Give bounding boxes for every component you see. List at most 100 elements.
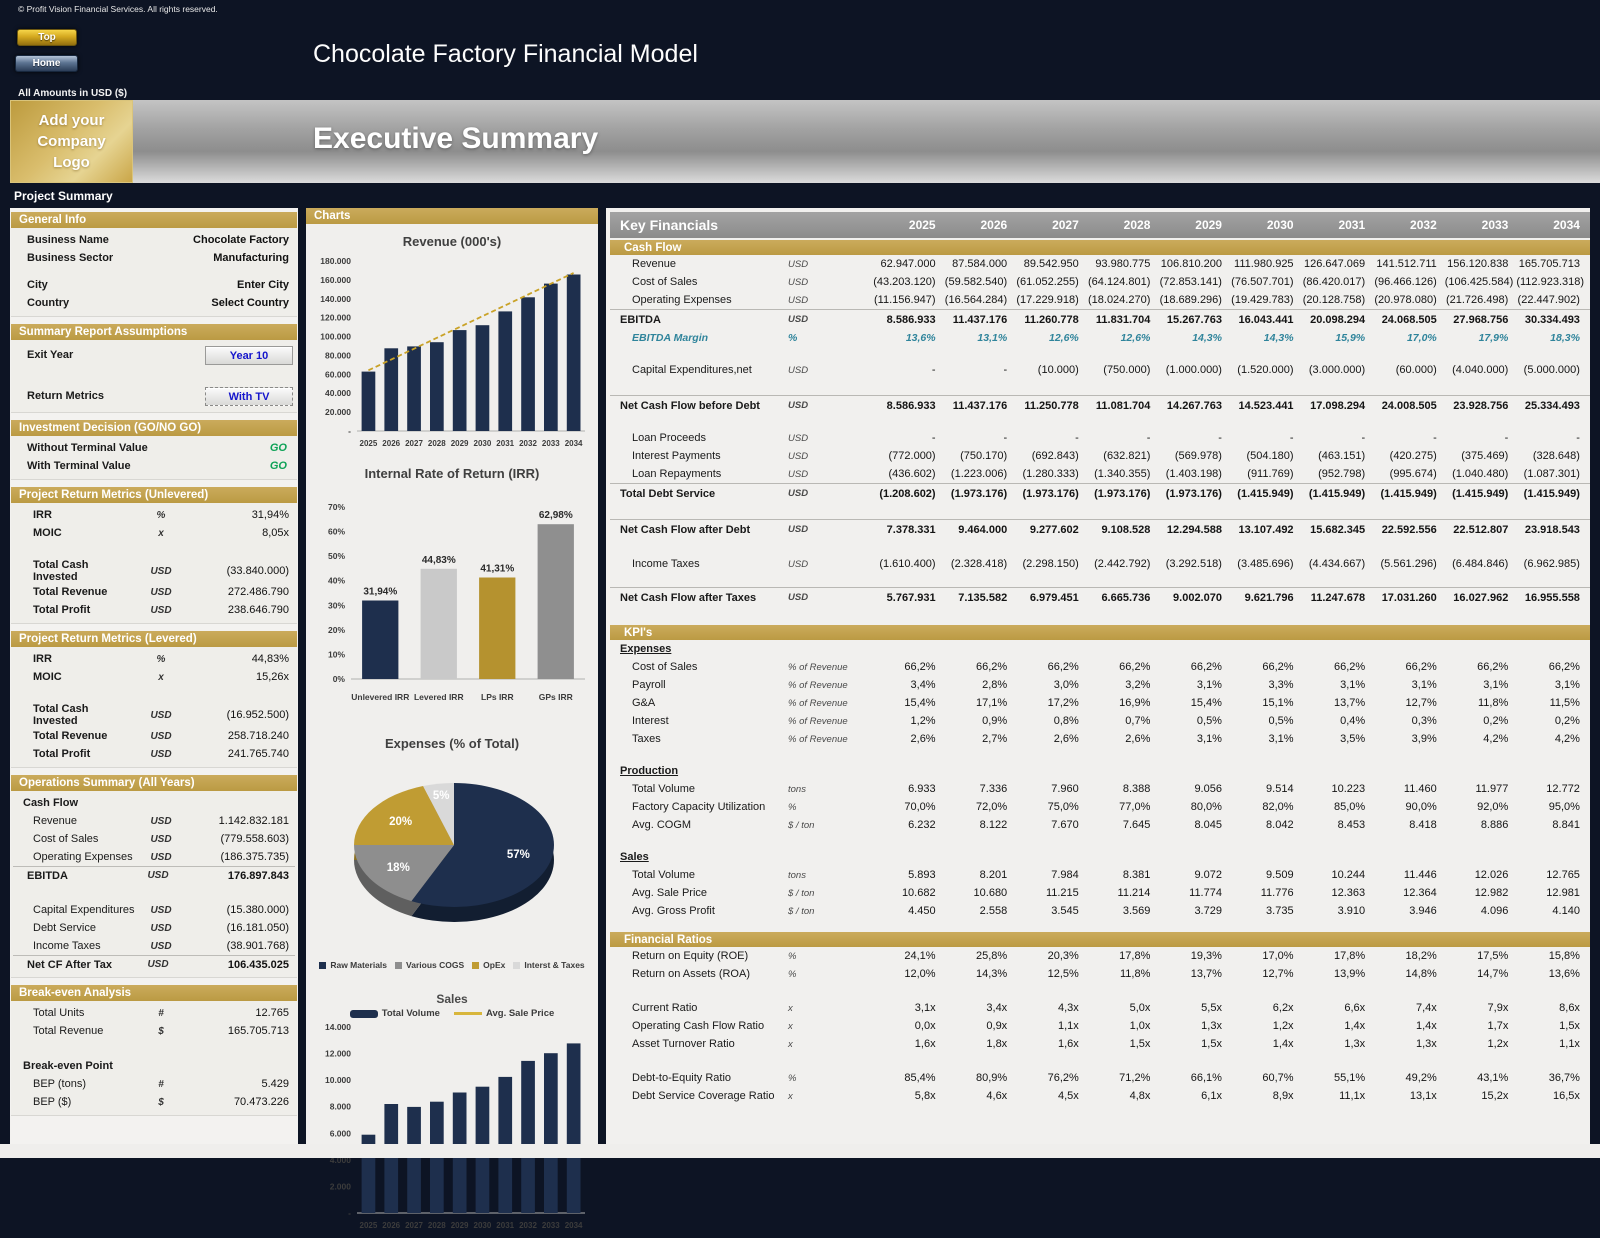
- table-row: EBITDA USD 8.586.933 11.437.176 11.260.778 11…: [610, 309, 1590, 329]
- svg-text:180.000: 180.000: [320, 256, 351, 266]
- table-row: Income Taxes USD (1.610.400) (2.328.418) (2.…: [632, 558, 1580, 570]
- svg-text:20%: 20%: [389, 816, 412, 828]
- table-row: Net Cash Flow before Debt USD 8.586.933 11.…: [610, 395, 1590, 415]
- table-row: Taxes% of Revenue 2,6% 2,7% 2,6% 2,6% 3,1% 3,1…: [632, 733, 1580, 745]
- sub-header: Cash Flow: [23, 797, 79, 809]
- year-column-header: 2033: [1481, 218, 1509, 232]
- svg-text:160.000: 160.000: [320, 275, 351, 285]
- table-row: Factory Capacity Utilization% 70,0% 72,0% 7…: [632, 801, 1580, 813]
- table-row: Operating Expenses USD (11.156.947) (16.564…: [632, 294, 1580, 306]
- metric-row: Total Cash Invested USD (33.840.000): [33, 559, 289, 583]
- svg-text:5%: 5%: [433, 790, 450, 802]
- year-column-header: 2031: [1338, 218, 1366, 232]
- table-row: Asset Turnover Ratio x 1,6x 1,8x 1,6x 1,5x 1,5…: [632, 1038, 1580, 1050]
- sales-chart: -2.000 4.000 6.000 8.000 10.000 12.000 14.000 2…: [306, 1021, 598, 1238]
- key-financials-panel: Key Financials 2025 2026 2027 2028 2029 2030 2…: [606, 208, 1590, 1144]
- company-logo-placeholder[interactable]: Add your Company Logo: [10, 100, 133, 183]
- svg-text:Unlevered IRR: Unlevered IRR: [351, 692, 409, 702]
- svg-text:LPs IRR: LPs IRR: [481, 692, 514, 702]
- table-row: Loan Repayments USD (436.602) (1.223.006) (1…: [632, 468, 1580, 480]
- svg-text:2033: 2033: [542, 1221, 560, 1230]
- svg-text:60.000: 60.000: [325, 369, 351, 379]
- metric-row: Net CF After Tax USD 106.435.025: [13, 955, 295, 973]
- metric-row: Total Revenue $165.705.713: [33, 1025, 289, 1037]
- table-row: Total Debt Service USD (1.208.602) (1.973.1…: [610, 483, 1590, 503]
- table-row: Avg. Sale Price $ / ton 10.682 10.680 11.215…: [632, 887, 1580, 899]
- year-column-header: 2034: [1553, 218, 1580, 232]
- dropdown-return-metrics[interactable]: With TV: [205, 386, 293, 406]
- copyright-text: © Profit Vision Financial Services. All …: [18, 4, 218, 14]
- metric-row: BEP (tons) #5.429: [33, 1078, 289, 1090]
- table-row: Interest Payments USD (772.000) (750.170) (6…: [632, 450, 1580, 462]
- svg-text:41,31%: 41,31%: [480, 564, 514, 575]
- section-header: Project Return Metrics (Levered): [11, 631, 297, 647]
- svg-text:50%: 50%: [328, 551, 345, 561]
- legend-item: Interst & Taxes: [513, 960, 585, 970]
- app-title: Chocolate Factory Financial Model: [313, 40, 698, 68]
- year-column-header: 2032: [1410, 218, 1437, 232]
- svg-text:2027: 2027: [405, 1221, 423, 1230]
- svg-text:12.000: 12.000: [325, 1049, 351, 1059]
- svg-text:10.000: 10.000: [325, 1075, 351, 1085]
- svg-text:100.000: 100.000: [320, 332, 351, 342]
- revenue-chart-title: Revenue (000's): [402, 234, 502, 249]
- decision-row: With Terminal Value GO: [13, 457, 295, 475]
- svg-text:2.000: 2.000: [330, 1181, 352, 1191]
- svg-text:2033: 2033: [542, 439, 560, 448]
- table-row: Production: [620, 765, 679, 777]
- table-row: Revenue USD 62.947.000 87.584.000 89.542.950…: [632, 258, 1580, 270]
- left-section-0: General Info Business Name Chocolate Facto…: [11, 212, 297, 317]
- svg-text:Levered IRR: Levered IRR: [414, 692, 464, 702]
- table-row: Return on Assets (ROA)% 12,0% 14,3% 12,5% 11…: [632, 968, 1580, 980]
- svg-text:-: -: [348, 426, 351, 436]
- metric-row: Income Taxes USD (38.901.768): [33, 940, 289, 952]
- section-header: Operations Summary (All Years): [11, 775, 297, 791]
- metric-row: Total Revenue USD 272.486.790: [33, 586, 289, 598]
- home-button[interactable]: Home: [15, 55, 78, 72]
- key-financials-title: Key Financials: [620, 217, 719, 233]
- metric-row: Total Revenue USD 258.718.240: [33, 730, 289, 742]
- svg-text:6.000: 6.000: [330, 1128, 352, 1138]
- table-row: Loan Proceeds USD - - - - - - - - - -: [632, 432, 1580, 444]
- svg-text:2028: 2028: [428, 1221, 446, 1230]
- svg-text:GPs IRR: GPs IRR: [539, 692, 573, 702]
- metric-row: IRR% 31,94%: [33, 509, 289, 521]
- metric-row: Capital Expenditures USD (15.380.000): [33, 904, 289, 916]
- footer-strip: [0, 1144, 1600, 1158]
- legend-swatch: [453, 1012, 482, 1015]
- year-column-header: 2029: [1195, 218, 1222, 232]
- svg-text:70%: 70%: [328, 502, 345, 512]
- page-title: Executive Summary: [313, 122, 599, 155]
- metric-row: BEP ($) $70.473.226: [33, 1096, 289, 1108]
- dropdown-exit-year[interactable]: Year 10: [205, 345, 293, 365]
- column-divider: [598, 208, 606, 1144]
- table-section-bar: Financial Ratios: [610, 932, 1590, 947]
- sales-chart-block: Sales Total Volume Avg. Sale Price -2.000 4.…: [306, 992, 598, 1238]
- table-row: Interest% of Revenue 1,2% 0,9% 0,8% 0,7% 0,5%…: [632, 715, 1580, 727]
- svg-text:2031: 2031: [496, 439, 514, 448]
- table-row: Net Cash Flow after Taxes USD 5.767.931 7.1…: [610, 587, 1590, 607]
- svg-text:2029: 2029: [451, 1221, 469, 1230]
- svg-text:60%: 60%: [328, 527, 345, 537]
- table-row: Payroll% of Revenue 3,4% 2,8% 3,0% 3,2% 3,1% 3…: [632, 679, 1580, 691]
- table-row: Avg. COGM $ / ton 6.232 8.122 7.670 7.645 8.04…: [632, 819, 1580, 831]
- metric-row: MOIC x 15,26x: [33, 671, 289, 683]
- main-area: General Info Business Name Chocolate Facto…: [10, 208, 1590, 1230]
- metric-row: Total Cash Invested USD (16.952.500): [33, 703, 289, 727]
- charts-header: Charts: [306, 208, 598, 224]
- irr-chart-title: Internal Rate of Return (IRR): [364, 466, 540, 481]
- table-row: Total Volume tons 6.933 7.336 7.960 8.388 9.05…: [632, 783, 1580, 795]
- banner-row: Add your Company Logo Executive Summary: [10, 100, 1600, 183]
- svg-text:62,98%: 62,98%: [539, 510, 573, 521]
- amounts-note: All Amounts in USD ($): [18, 88, 128, 99]
- legend-item: Total Volume: [349, 1008, 440, 1019]
- top-button[interactable]: Top: [17, 29, 77, 46]
